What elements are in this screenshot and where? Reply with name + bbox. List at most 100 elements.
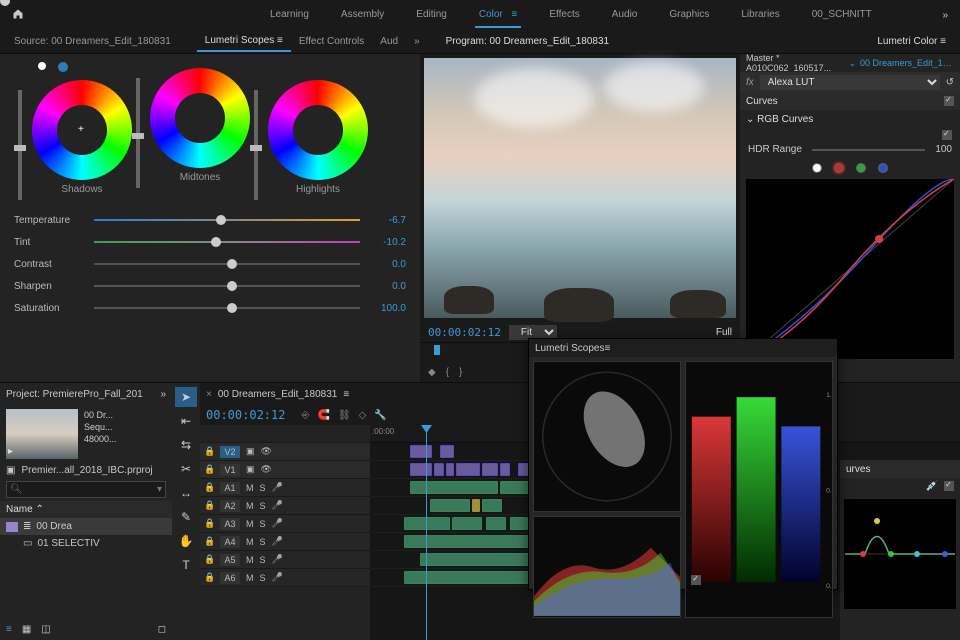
linked-selection-icon[interactable]: ⛓: [338, 410, 351, 421]
floating-lumetri-scopes[interactable]: Lumetri Scopes ≡ 1.0 0.5 0.0: [528, 338, 838, 590]
icon-view-icon[interactable]: ▦: [22, 624, 31, 635]
clip-a2-1[interactable]: [430, 499, 470, 512]
pen-tool[interactable]: ✎: [175, 507, 197, 527]
project-clip-thumbnail[interactable]: ▸: [6, 409, 78, 459]
project-file-row[interactable]: ▣ Premier...all_2018_IBC.prproj: [0, 463, 172, 478]
highlights-luma-slider[interactable]: [254, 90, 258, 200]
scope-mode-dot-2[interactable]: [58, 62, 68, 72]
temperature-slider[interactable]: [94, 219, 360, 221]
add-marker-icon[interactable]: ◆: [428, 367, 436, 378]
scope-mode-dot-1[interactable]: [38, 62, 46, 70]
rgb-curves-editor[interactable]: [746, 179, 954, 359]
timeline-timecode[interactable]: 00:00:02:12: [206, 408, 285, 422]
clip-a3-1[interactable]: [404, 517, 450, 530]
toggle-output-icon[interactable]: ▣: [246, 464, 255, 475]
curve-channel-luma[interactable]: [812, 163, 822, 173]
contrast-slider[interactable]: [94, 263, 360, 265]
track-header-a4[interactable]: 🔒 A4 M S 🎤: [200, 533, 370, 551]
workspace-effects[interactable]: Effects: [545, 3, 583, 28]
shadows-luma-slider[interactable]: [18, 90, 22, 200]
freeform-view-icon[interactable]: ◫: [41, 624, 50, 635]
project-search-input[interactable]: [6, 481, 166, 498]
midtones-color-wheel[interactable]: [150, 68, 250, 168]
bin-row-1[interactable]: ▭ 01 SELECTIV: [0, 535, 172, 552]
clip-v1-4[interactable]: [456, 463, 480, 476]
saturation-slider[interactable]: [94, 307, 360, 309]
lumetri-scopes-tab[interactable]: Lumetri Scopes ≡: [197, 31, 291, 52]
settings-icon[interactable]: 🔧: [374, 410, 386, 421]
hdr-range-value[interactable]: 100: [935, 144, 952, 155]
track-label-a2[interactable]: A2: [220, 500, 240, 512]
clip-a6-1[interactable]: [404, 571, 544, 584]
track-header-a5[interactable]: 🔒 A5 M S 🎤: [200, 551, 370, 569]
workspace-color[interactable]: Color ≡: [475, 3, 522, 28]
eyedropper-icon[interactable]: 💉: [926, 481, 938, 492]
insert-icon[interactable]: ⎆: [301, 410, 309, 421]
rgb-curves-checkbox[interactable]: [942, 130, 952, 140]
clip-v1-5[interactable]: [482, 463, 498, 476]
track-label-a4[interactable]: A4: [220, 536, 240, 548]
curve-channel-blue[interactable]: [878, 163, 888, 173]
track-header-a3[interactable]: 🔒 A3 M S 🎤: [200, 515, 370, 533]
solo-icon[interactable]: S: [260, 501, 266, 511]
play-icon[interactable]: ▸: [8, 446, 13, 457]
program-viewport[interactable]: [424, 58, 736, 318]
mark-out-icon[interactable]: }: [459, 367, 462, 378]
timeline-playhead[interactable]: [426, 425, 427, 640]
bin-row-0[interactable]: ≣ 00 Drea: [0, 518, 172, 535]
rgb-curves-header[interactable]: ⌄ RGB Curves: [740, 110, 960, 128]
overflow-button[interactable]: »: [930, 10, 960, 21]
saturation-value[interactable]: 100.0: [370, 303, 406, 314]
mic-icon[interactable]: 🎤: [272, 482, 283, 493]
shadows-color-wheel[interactable]: +: [32, 80, 132, 180]
hamburger-icon[interactable]: ≡: [512, 9, 518, 20]
markers-icon[interactable]: ◇: [359, 410, 367, 421]
clip-a3-4[interactable]: [510, 517, 528, 530]
lock-icon[interactable]: 🔒: [204, 482, 214, 493]
workspace-libraries[interactable]: Libraries: [737, 3, 783, 28]
vectorscope[interactable]: [533, 361, 681, 512]
razor-tool[interactable]: ✂: [175, 459, 197, 479]
lock-icon[interactable]: 🔒: [204, 446, 214, 457]
mic-icon[interactable]: 🎤: [272, 536, 283, 547]
clip-a1-1[interactable]: [410, 481, 498, 494]
solo-icon[interactable]: S: [260, 483, 266, 493]
temperature-value[interactable]: -6.7: [370, 215, 406, 226]
lock-icon[interactable]: 🔒: [204, 500, 214, 511]
snap-icon[interactable]: 🧲: [317, 410, 329, 421]
parade-rgb[interactable]: 1.0 0.5 0.0: [685, 361, 833, 618]
hue-sat-curve-editor[interactable]: [844, 499, 956, 609]
track-label-a6[interactable]: A6: [220, 572, 240, 584]
audio-tab[interactable]: Aud: [372, 32, 406, 51]
solo-icon[interactable]: S: [260, 573, 266, 583]
solo-icon[interactable]: S: [260, 519, 266, 529]
hue-sat-enable-checkbox[interactable]: [944, 481, 954, 491]
curve-channel-red[interactable]: [834, 163, 844, 173]
playhead-indicator[interactable]: [434, 345, 440, 355]
clip-a4-1[interactable]: [404, 535, 534, 548]
tint-value[interactable]: -10.2: [370, 237, 406, 248]
contrast-value[interactable]: 0.0: [370, 259, 406, 270]
mute-icon[interactable]: M: [246, 537, 254, 547]
workspace-learning[interactable]: Learning: [266, 3, 313, 28]
workspace-schnitt[interactable]: 00_SCHNITT: [808, 3, 876, 28]
mic-icon[interactable]: 🎤: [272, 554, 283, 565]
solo-icon[interactable]: S: [260, 537, 266, 547]
floating-scopes-title[interactable]: Lumetri Scopes ≡: [529, 339, 837, 357]
lumetri-color-tab[interactable]: Lumetri Color ≡: [869, 32, 954, 51]
mute-icon[interactable]: M: [246, 519, 254, 529]
track-label-a1[interactable]: A1: [220, 482, 240, 494]
clip-a2-2[interactable]: [472, 499, 480, 512]
workspace-graphics[interactable]: Graphics: [665, 3, 713, 28]
clip-v1-6[interactable]: [500, 463, 510, 476]
solo-icon[interactable]: S: [260, 555, 266, 565]
project-overflow[interactable]: »: [160, 389, 166, 400]
new-item-icon[interactable]: ◻: [158, 624, 166, 635]
clip-v2-1[interactable]: [410, 445, 432, 458]
sharpen-slider[interactable]: [94, 285, 360, 287]
track-select-tool[interactable]: ⇤: [175, 411, 197, 431]
track-header-a6[interactable]: 🔒 A6 M S 🎤: [200, 569, 370, 587]
funnel-icon[interactable]: ▾: [157, 484, 162, 495]
track-header-v2[interactable]: 🔒 V2 ▣ 👁: [200, 443, 370, 461]
mute-icon[interactable]: M: [246, 573, 254, 583]
